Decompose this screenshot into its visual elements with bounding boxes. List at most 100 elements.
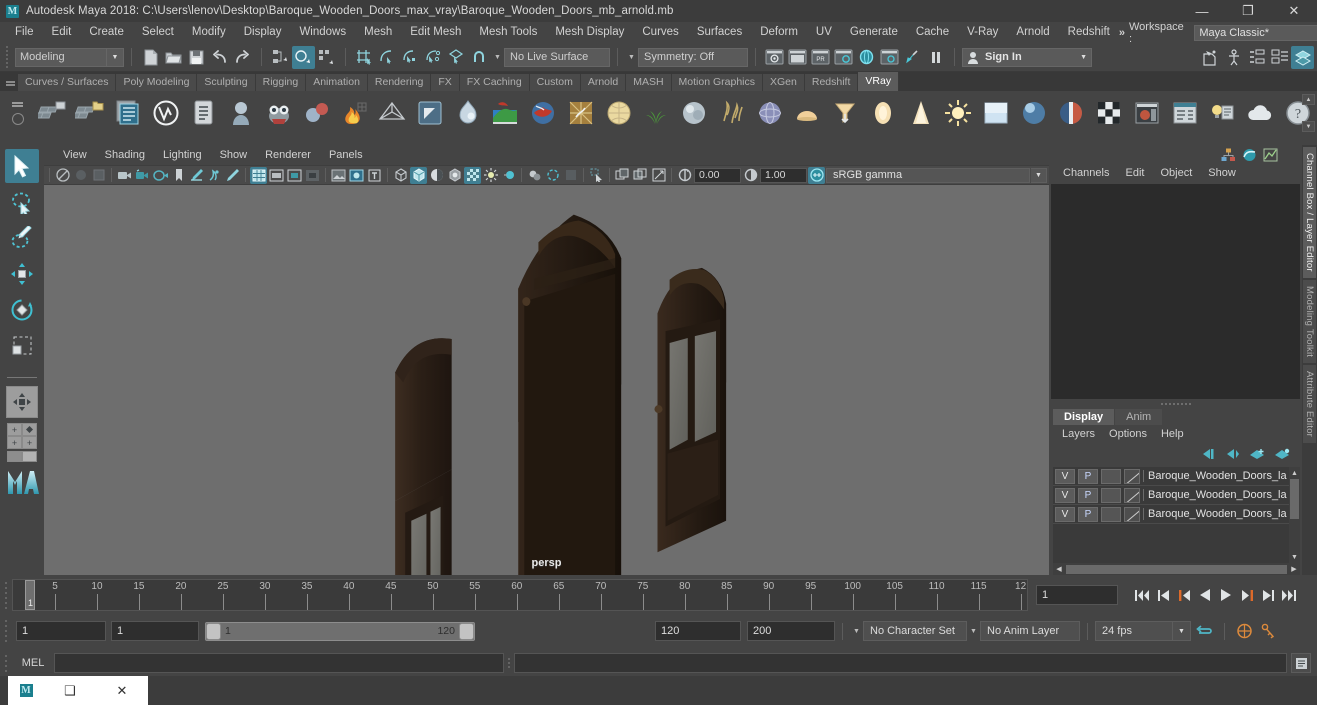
channel-box-icon[interactable] xyxy=(1291,45,1314,69)
layer-list-vertical-scrollbar[interactable]: ▲ ▼ xyxy=(1289,467,1300,563)
stroke-refresh-icon[interactable] xyxy=(224,167,241,184)
paint-select-tool-icon[interactable] xyxy=(5,221,39,255)
vray-checker-icon[interactable] xyxy=(1090,93,1128,133)
close-button[interactable]: ✕ xyxy=(1271,0,1317,22)
film-gate-icon[interactable] xyxy=(268,167,285,184)
command-line-splitter[interactable] xyxy=(504,653,514,673)
hypershade-icon[interactable] xyxy=(855,46,878,69)
playback-speed-select[interactable]: 24 fps xyxy=(1095,621,1173,641)
hypershade-layout-icon[interactable] xyxy=(22,451,37,462)
scale-tool-icon[interactable] xyxy=(5,329,39,363)
grease-pencil-icon[interactable] xyxy=(188,167,205,184)
layer-playback-toggle[interactable]: P xyxy=(1078,468,1098,484)
animation-start-field[interactable]: 1 xyxy=(16,621,106,641)
shelf-tab-curves-surfaces[interactable]: Curves / Surfaces xyxy=(18,74,117,91)
color-manage-icon[interactable] xyxy=(808,166,825,184)
vray-sphere-light-icon[interactable] xyxy=(788,93,826,133)
anim-icon[interactable] xyxy=(1242,148,1257,162)
shelf-scroll-buttons[interactable]: ▲ ▼ xyxy=(1302,94,1315,132)
two-sided-lighting-icon[interactable] xyxy=(134,167,151,184)
shelf-tab-fx-caching[interactable]: FX Caching xyxy=(459,74,530,91)
menu-set-select[interactable]: Modeling xyxy=(15,47,107,67)
shelf-tab-vray[interactable]: VRay xyxy=(858,72,900,91)
shaded-textured-icon[interactable] xyxy=(428,167,445,184)
move-tool-icon[interactable] xyxy=(5,257,39,291)
vray-dome-light-icon[interactable] xyxy=(600,93,638,133)
layer-new-icon[interactable] xyxy=(1249,448,1265,460)
menu-curves[interactable]: Curves xyxy=(633,22,687,43)
menu-windows[interactable]: Windows xyxy=(290,22,355,43)
symmetry-field[interactable]: Symmetry: Off xyxy=(638,47,748,67)
shelf-tab-fx[interactable]: FX xyxy=(431,74,460,91)
vray-scene-icon[interactable] xyxy=(185,93,223,133)
workspace-select[interactable]: Maya Classic* xyxy=(1194,24,1317,41)
vray-sun-icon[interactable] xyxy=(939,93,977,133)
use-all-lights-icon[interactable] xyxy=(446,167,463,184)
loop-playback-icon[interactable] xyxy=(1191,624,1217,638)
menu-surfaces[interactable]: Surfaces xyxy=(688,22,751,43)
vray-blend-mtl-icon[interactable] xyxy=(1053,93,1091,133)
isolate-select-icon[interactable] xyxy=(526,167,543,184)
anim-layer-select[interactable]: No Anim Layer xyxy=(980,621,1080,641)
snap-to-view-icon[interactable] xyxy=(614,167,631,184)
resolution-gate-icon[interactable] xyxy=(286,167,303,184)
menu-mesh[interactable]: Mesh xyxy=(355,22,401,43)
layer-color-swatch[interactable] xyxy=(1124,506,1140,522)
vray-scatter-icon[interactable] xyxy=(713,93,751,133)
vray-render-icon[interactable] xyxy=(34,93,72,133)
chevron-down-icon[interactable]: ▼ xyxy=(1080,54,1087,61)
time-slider-grip[interactable] xyxy=(0,579,12,611)
step-back-frame-icon[interactable] xyxy=(1174,584,1194,606)
render-sequence-icon[interactable] xyxy=(878,46,901,69)
gamma-icon[interactable] xyxy=(742,167,759,184)
table-row[interactable]: V P Baroque_Wooden_Doors_la xyxy=(1053,486,1300,505)
shadows-icon[interactable] xyxy=(464,166,481,184)
render-current-frame-icon[interactable] xyxy=(786,46,809,69)
select-component-icon[interactable] xyxy=(315,46,338,69)
scene-hierarchy-icon[interactable] xyxy=(1221,148,1236,162)
new-scene-icon[interactable] xyxy=(139,46,162,69)
viewport-menu-lighting[interactable]: Lighting xyxy=(154,145,211,165)
menu-vray[interactable]: V-Ray xyxy=(958,22,1007,43)
vray-fog-icon[interactable] xyxy=(524,93,562,133)
display-layer-list[interactable]: V P Baroque_Wooden_Doors_la V P Baroque_… xyxy=(1053,467,1300,575)
viewport-select-icon[interactable] xyxy=(588,167,605,184)
bookmark-icon[interactable] xyxy=(170,167,187,184)
menu-overflow-chevron-icon[interactable]: » xyxy=(1119,27,1125,39)
vray-fluid-icon[interactable] xyxy=(562,93,600,133)
layer-state-toggle[interactable] xyxy=(1101,487,1121,503)
channel-box-content[interactable] xyxy=(1051,184,1300,399)
layer-color-swatch[interactable] xyxy=(1124,468,1140,484)
statusline-grip[interactable] xyxy=(2,45,11,69)
grid-icon[interactable] xyxy=(250,166,267,184)
channels-menu[interactable]: Channels xyxy=(1055,164,1117,183)
outliner-icon[interactable] xyxy=(1245,46,1268,69)
vtab-attribute-editor[interactable]: Attribute Editor xyxy=(1303,364,1316,443)
menu-generate[interactable]: Generate xyxy=(841,22,907,43)
vray-sky-icon[interactable] xyxy=(977,93,1015,133)
perspective-viewport[interactable]: persp xyxy=(44,185,1049,575)
snap-view-plane-icon[interactable] xyxy=(445,46,468,69)
menu-mesh-tools[interactable]: Mesh Tools xyxy=(470,22,546,43)
current-time-indicator[interactable]: 1 xyxy=(25,580,35,610)
shelf-scroll-down-button[interactable]: ▼ xyxy=(1302,121,1315,132)
layer-state-toggle[interactable] xyxy=(1101,506,1121,522)
panel-splitter-handle[interactable] xyxy=(1049,399,1302,408)
viewport-menu-show[interactable]: Show xyxy=(211,145,257,165)
ipr-render-icon[interactable]: PR xyxy=(809,46,832,69)
two-pane-layout-icon[interactable]: + xyxy=(7,436,22,449)
color-space-select[interactable]: sRGB gamma xyxy=(826,167,1030,183)
layer-color-swatch[interactable] xyxy=(1124,487,1140,503)
live-surface-field[interactable]: No Live Surface xyxy=(504,47,610,67)
vray-render-folder-icon[interactable] xyxy=(72,93,110,133)
gamma-field[interactable]: 1.00 xyxy=(760,167,807,183)
table-row[interactable]: V P Baroque_Wooden_Doors_la xyxy=(1053,505,1300,524)
scrollbar-thumb[interactable] xyxy=(1066,564,1287,574)
step-forward-frame-icon[interactable] xyxy=(1237,584,1257,606)
auto-key-icon[interactable] xyxy=(1256,623,1280,639)
shelf-tab-custom[interactable]: Custom xyxy=(529,74,581,91)
chevron-down-icon[interactable]: ▼ xyxy=(491,48,504,67)
chevron-down-icon[interactable]: ▼ xyxy=(1173,621,1191,641)
three-pane-layout-icon[interactable]: + xyxy=(22,436,37,449)
camera-icon[interactable] xyxy=(116,167,133,184)
